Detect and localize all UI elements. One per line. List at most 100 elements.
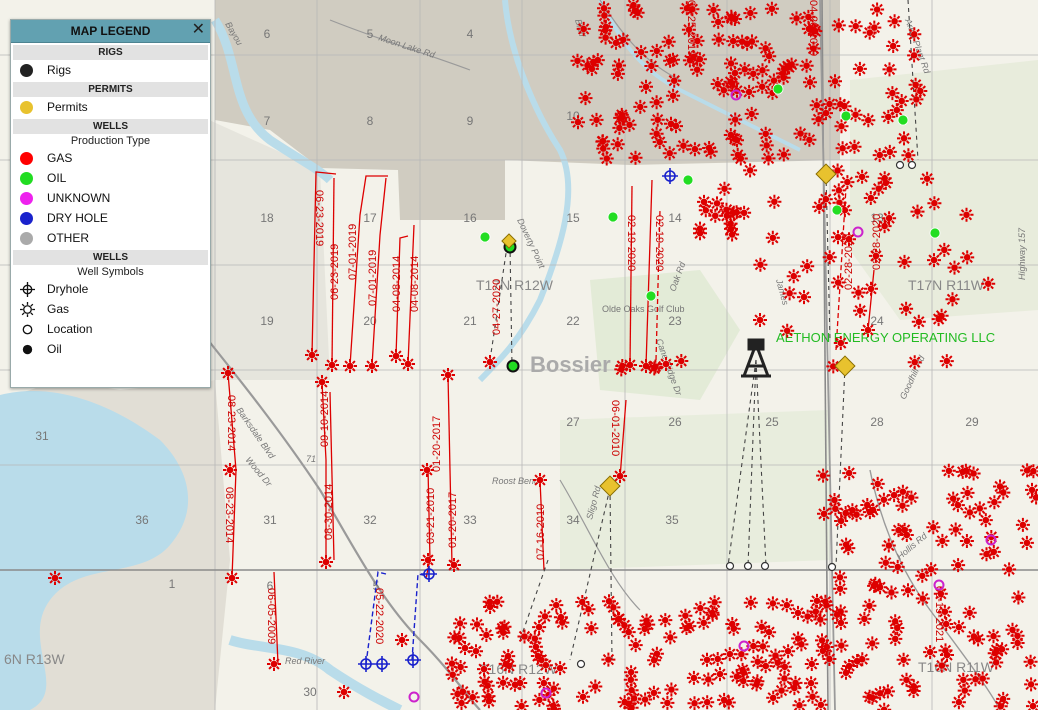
- gas-well[interactable]: [851, 285, 866, 300]
- gas-well[interactable]: [319, 555, 333, 569]
- location-well[interactable]: [907, 160, 917, 170]
- gas-well[interactable]: [633, 99, 648, 114]
- gas-well[interactable]: [755, 639, 770, 654]
- gas-well[interactable]: [711, 32, 726, 47]
- gas-well[interactable]: [315, 375, 329, 389]
- gas-well[interactable]: [802, 132, 817, 147]
- gas-well[interactable]: [365, 359, 379, 373]
- gas-well[interactable]: [421, 553, 435, 567]
- oil-well[interactable]: [645, 290, 657, 302]
- gas-well[interactable]: [777, 671, 792, 686]
- gas-well[interactable]: [667, 73, 682, 88]
- gas-well[interactable]: [717, 181, 732, 196]
- gas-well[interactable]: [598, 19, 613, 34]
- gas-well[interactable]: [724, 221, 738, 236]
- gas-well[interactable]: [628, 150, 643, 165]
- gas-well[interactable]: [602, 594, 616, 609]
- gas-well[interactable]: [862, 25, 877, 40]
- gas-well[interactable]: [872, 148, 887, 163]
- gas-well[interactable]: [628, 638, 643, 653]
- gas-well[interactable]: [533, 473, 547, 487]
- gas-well[interactable]: [960, 485, 975, 500]
- gas-well[interactable]: [808, 604, 823, 619]
- gas-well[interactable]: [458, 641, 472, 655]
- gas-well[interactable]: [617, 618, 632, 633]
- gas-well[interactable]: [852, 61, 867, 76]
- gas-well[interactable]: [401, 357, 415, 371]
- gas-well[interactable]: [960, 250, 975, 265]
- gas-well[interactable]: [447, 630, 462, 645]
- gas-well[interactable]: [816, 468, 831, 483]
- gas-well[interactable]: [870, 476, 885, 491]
- gas-well[interactable]: [915, 568, 930, 583]
- gas-well[interactable]: [822, 97, 837, 112]
- gas-well[interactable]: [447, 558, 461, 572]
- gas-well[interactable]: [687, 142, 702, 157]
- gas-well[interactable]: [862, 689, 877, 704]
- gas-well[interactable]: [1005, 622, 1020, 637]
- gas-well[interactable]: [979, 547, 994, 562]
- gas-well[interactable]: [873, 686, 888, 701]
- gas-well[interactable]: [733, 151, 748, 166]
- oil-well[interactable]: [772, 83, 784, 95]
- gas-well[interactable]: [959, 207, 974, 222]
- gas-well[interactable]: [221, 366, 235, 380]
- location-well[interactable]: [760, 561, 770, 571]
- gas-well[interactable]: [897, 254, 912, 269]
- location-well[interactable]: [895, 160, 905, 170]
- gas-well[interactable]: [950, 498, 965, 513]
- gas-well[interactable]: [497, 619, 512, 634]
- gas-well[interactable]: [948, 522, 963, 537]
- gas-well[interactable]: [868, 248, 883, 263]
- gas-well[interactable]: [833, 336, 848, 350]
- gas-well[interactable]: [483, 600, 498, 614]
- gas-well[interactable]: [710, 77, 725, 91]
- gas-well[interactable]: [968, 672, 983, 687]
- gas-well[interactable]: [578, 91, 593, 106]
- gas-well[interactable]: [597, 8, 612, 23]
- gas-well[interactable]: [890, 559, 905, 574]
- gas-well[interactable]: [1024, 677, 1038, 692]
- gas-well[interactable]: [711, 14, 726, 29]
- gas-well[interactable]: [601, 652, 616, 667]
- oil-well[interactable]: [897, 114, 909, 126]
- gas-well[interactable]: [797, 290, 811, 305]
- gas-well[interactable]: [581, 602, 596, 617]
- gas-well[interactable]: [926, 520, 941, 535]
- gas-well[interactable]: [389, 349, 403, 363]
- gas-well[interactable]: [649, 126, 664, 141]
- gas-well[interactable]: [761, 151, 776, 166]
- gas-well[interactable]: [896, 652, 911, 667]
- gas-well[interactable]: [831, 18, 846, 33]
- gas-well[interactable]: [441, 368, 455, 382]
- gas-well[interactable]: [420, 463, 434, 477]
- gas-well[interactable]: [877, 219, 892, 234]
- gas-well[interactable]: [786, 269, 801, 284]
- gas-well[interactable]: [623, 358, 637, 372]
- gas-well[interactable]: [612, 58, 626, 73]
- gas-well[interactable]: [915, 591, 930, 606]
- gas-well[interactable]: [981, 276, 996, 291]
- gas-well[interactable]: [803, 75, 817, 90]
- gas-well[interactable]: [742, 84, 757, 99]
- gas-well[interactable]: [725, 617, 740, 631]
- gas-well[interactable]: [899, 528, 914, 542]
- gas-well[interactable]: [48, 571, 62, 585]
- gas-well[interactable]: [395, 633, 409, 647]
- gas-well[interactable]: [945, 292, 960, 307]
- gas-well[interactable]: [1015, 517, 1030, 532]
- location-well[interactable]: [743, 561, 753, 571]
- gas-well[interactable]: [616, 32, 631, 47]
- gas-well[interactable]: [758, 41, 773, 56]
- gas-well[interactable]: [768, 648, 783, 663]
- gas-well[interactable]: [959, 534, 974, 548]
- gas-well[interactable]: [706, 2, 721, 17]
- gas-well[interactable]: [834, 119, 849, 134]
- gas-well[interactable]: [223, 463, 237, 477]
- gas-well[interactable]: [693, 221, 707, 236]
- gas-well[interactable]: [724, 56, 738, 71]
- gas-well[interactable]: [938, 643, 953, 658]
- gas-well[interactable]: [727, 131, 742, 146]
- gas-well[interactable]: [639, 359, 653, 373]
- gas-well[interactable]: [987, 646, 1002, 661]
